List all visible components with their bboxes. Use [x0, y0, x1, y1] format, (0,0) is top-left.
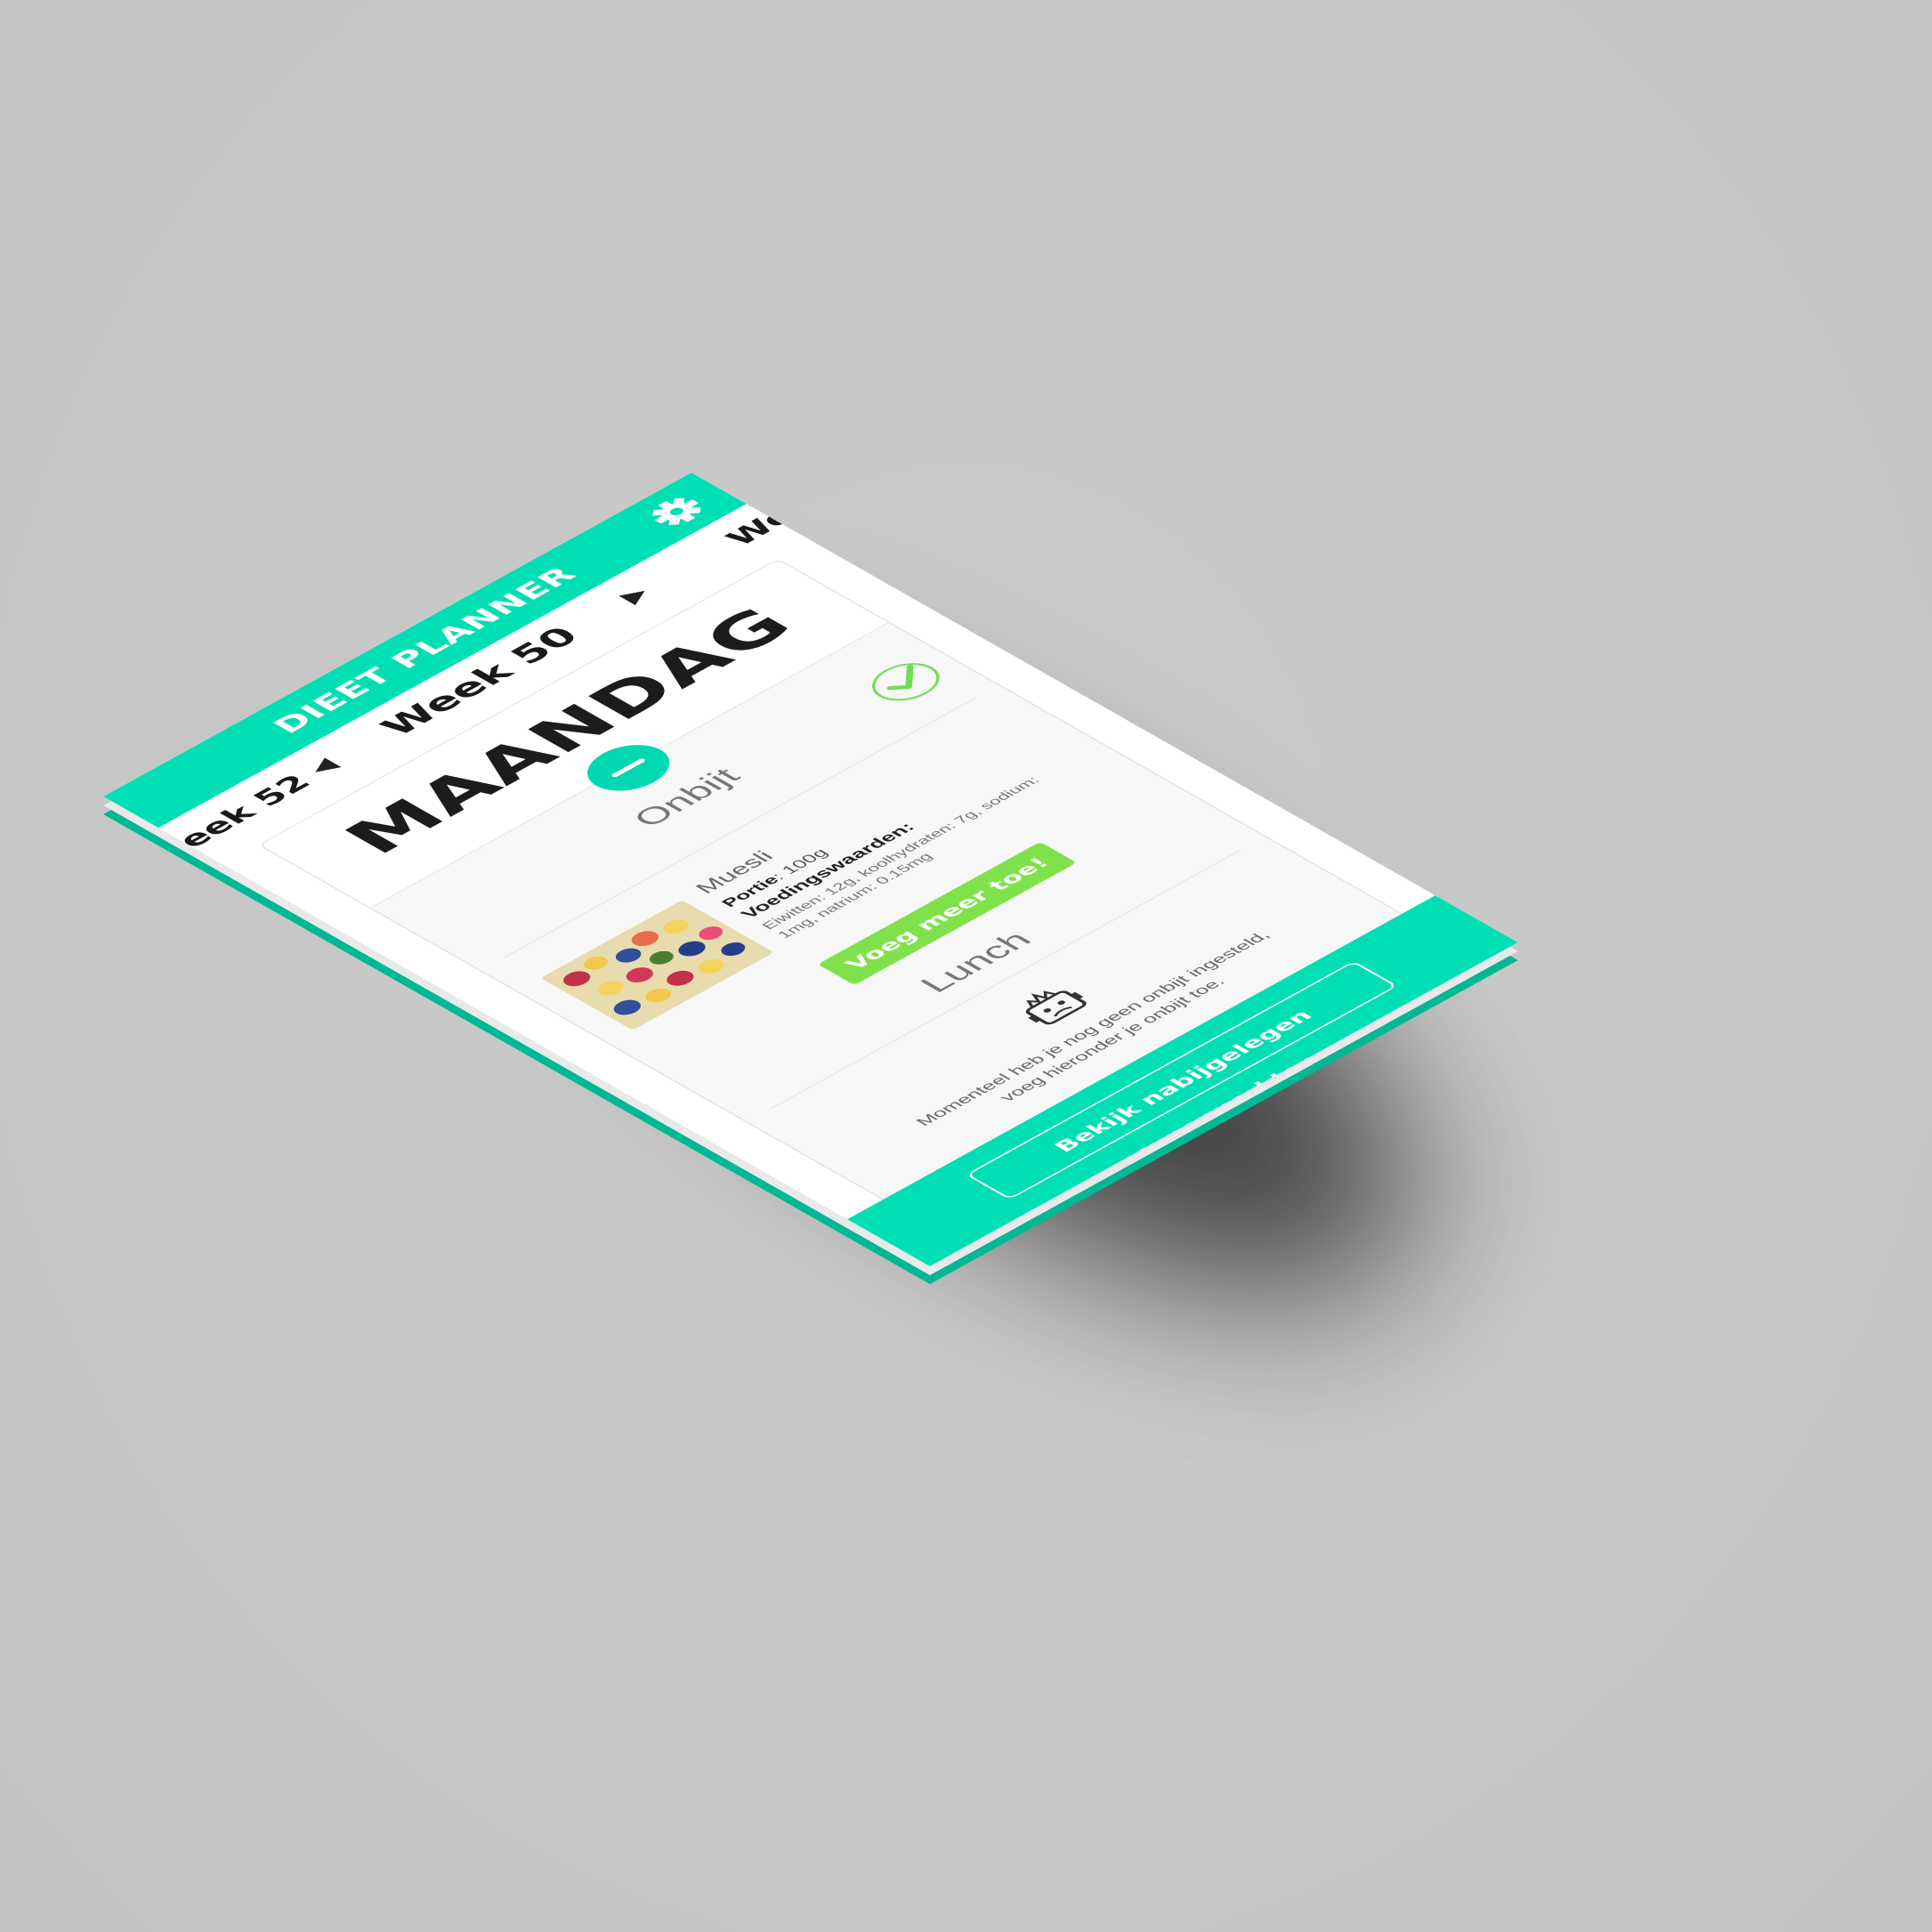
food-image	[540, 900, 774, 1031]
app-screen: DIEET PLANNER Week 52 Week 50 Wee MAANDA…	[103, 473, 1518, 1266]
mockup-stage: DIEET PLANNER Week 52 Week 50 Wee MAANDA…	[0, 0, 1932, 1932]
minus-icon	[610, 757, 647, 779]
phone-mockup: DIEET PLANNER Week 52 Week 50 Wee MAANDA…	[0, 0, 1932, 1932]
